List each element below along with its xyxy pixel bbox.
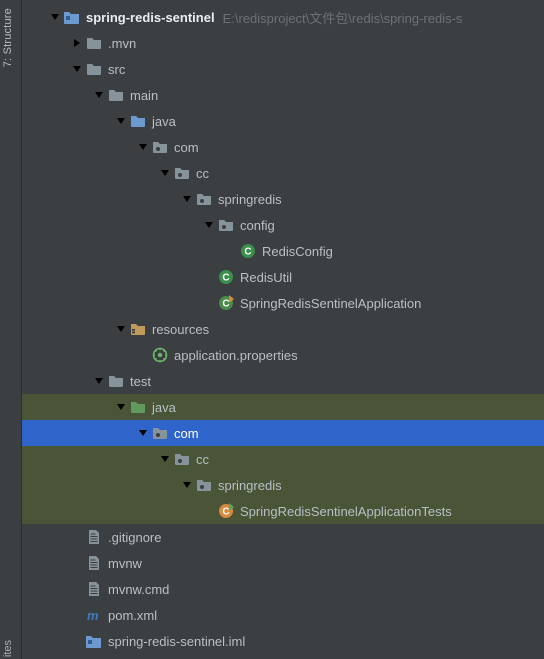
tree-node-springredis[interactable]: springredis xyxy=(22,186,544,212)
node-label: resources xyxy=(152,322,209,337)
tree-node-cc[interactable]: cc xyxy=(22,160,544,186)
root-label: spring-redis-sentinel xyxy=(86,10,215,25)
node-label: .mvn xyxy=(108,36,136,51)
node-label: com xyxy=(174,140,199,155)
tree-node-resources[interactable]: resources xyxy=(22,316,544,342)
node-label: RedisConfig xyxy=(262,244,333,259)
package-icon xyxy=(196,477,212,493)
node-label: springredis xyxy=(218,478,282,493)
tree-node-redisconfig[interactable]: RedisConfig xyxy=(22,238,544,264)
folder-icon xyxy=(86,35,102,51)
node-label: java xyxy=(152,400,176,415)
spring-test-icon xyxy=(218,503,234,519)
tree-node-pom[interactable]: pom.xml xyxy=(22,602,544,628)
expander-icon[interactable] xyxy=(182,480,196,490)
expander-icon[interactable] xyxy=(138,428,152,438)
expander-icon[interactable] xyxy=(204,220,218,230)
expander-icon[interactable] xyxy=(94,90,108,100)
node-label: springredis xyxy=(218,192,282,207)
bottom-tab-fragment[interactable]: ites xyxy=(2,640,14,657)
tree-node-redisutil[interactable]: RedisUtil xyxy=(22,264,544,290)
package-icon xyxy=(174,165,190,181)
package-icon xyxy=(152,139,168,155)
node-label: application.properties xyxy=(174,348,298,363)
resources-folder-icon xyxy=(130,321,146,337)
test-source-folder-icon xyxy=(130,399,146,415)
tree-node-com[interactable]: com xyxy=(22,134,544,160)
spring-boot-app-icon xyxy=(218,295,234,311)
expander-icon[interactable] xyxy=(160,454,174,464)
structure-tab-label[interactable]: 7: Structure xyxy=(2,8,14,67)
package-icon xyxy=(174,451,190,467)
root-path: E:\redisproject\文件包\redis\spring-redis-s xyxy=(223,8,463,27)
tree-node-springredis-test[interactable]: springredis xyxy=(22,472,544,498)
expander-icon[interactable] xyxy=(138,142,152,152)
tree-node-tests-class[interactable]: SpringRedisSentinelApplicationTests xyxy=(22,498,544,524)
tree-node-gitignore[interactable]: .gitignore xyxy=(22,524,544,550)
node-label: SpringRedisSentinelApplication xyxy=(240,296,421,311)
folder-icon xyxy=(86,61,102,77)
source-folder-icon xyxy=(130,113,146,129)
file-icon xyxy=(86,529,102,545)
file-icon xyxy=(86,555,102,571)
node-label: cc xyxy=(196,166,209,181)
module-icon xyxy=(64,9,80,25)
tree-node-com-test[interactable]: com xyxy=(22,420,544,446)
expander-icon[interactable] xyxy=(116,402,130,412)
spring-props-icon xyxy=(152,347,168,363)
maven-icon xyxy=(86,607,102,623)
expander-icon[interactable] xyxy=(116,116,130,126)
module-file-icon xyxy=(86,633,102,649)
expander-icon[interactable] xyxy=(72,64,86,74)
class-icon xyxy=(240,243,256,259)
tree-node-java-test[interactable]: java xyxy=(22,394,544,420)
expander-icon[interactable] xyxy=(182,194,196,204)
tree-node-config[interactable]: config xyxy=(22,212,544,238)
tree-node-appclass[interactable]: SpringRedisSentinelApplication xyxy=(22,290,544,316)
tree-node-mvnw[interactable]: mvnw xyxy=(22,550,544,576)
node-label: RedisUtil xyxy=(240,270,292,285)
folder-icon xyxy=(108,373,124,389)
tree-node-java[interactable]: java xyxy=(22,108,544,134)
node-label: test xyxy=(130,374,151,389)
node-label: pom.xml xyxy=(108,608,157,623)
expander-icon[interactable] xyxy=(94,376,108,386)
tree-node-root[interactable]: spring-redis-sentinel E:\redisproject\文件… xyxy=(22,4,544,30)
tree-node-main[interactable]: main xyxy=(22,82,544,108)
package-icon xyxy=(152,425,168,441)
file-icon xyxy=(86,581,102,597)
tree-node-iml[interactable]: spring-redis-sentinel.iml xyxy=(22,628,544,654)
tree-node-src[interactable]: src xyxy=(22,56,544,82)
class-icon xyxy=(218,269,234,285)
node-label: .gitignore xyxy=(108,530,161,545)
node-label: mvnw xyxy=(108,556,142,571)
node-label: spring-redis-sentinel.iml xyxy=(108,634,245,649)
node-label: main xyxy=(130,88,158,103)
tree-node-mvnwcmd[interactable]: mvnw.cmd xyxy=(22,576,544,602)
tool-window-tabs[interactable]: 7: Structure ites xyxy=(0,0,22,659)
expander-icon[interactable] xyxy=(72,38,86,48)
expander-icon[interactable] xyxy=(160,168,174,178)
tree-node-test[interactable]: test xyxy=(22,368,544,394)
node-label: cc xyxy=(196,452,209,467)
package-icon xyxy=(218,217,234,233)
node-label: mvnw.cmd xyxy=(108,582,169,597)
folder-icon xyxy=(108,87,124,103)
node-label: src xyxy=(108,62,125,77)
node-label: config xyxy=(240,218,275,233)
tree-node-appprops[interactable]: application.properties xyxy=(22,342,544,368)
node-label: com xyxy=(174,426,199,441)
project-tree[interactable]: spring-redis-sentinel E:\redisproject\文件… xyxy=(22,0,544,659)
node-label: SpringRedisSentinelApplicationTests xyxy=(240,504,452,519)
node-label: java xyxy=(152,114,176,129)
tree-node-cc-test[interactable]: cc xyxy=(22,446,544,472)
tree-node-mvn[interactable]: .mvn xyxy=(22,30,544,56)
package-icon xyxy=(196,191,212,207)
expander-icon[interactable] xyxy=(50,12,64,22)
expander-icon[interactable] xyxy=(116,324,130,334)
